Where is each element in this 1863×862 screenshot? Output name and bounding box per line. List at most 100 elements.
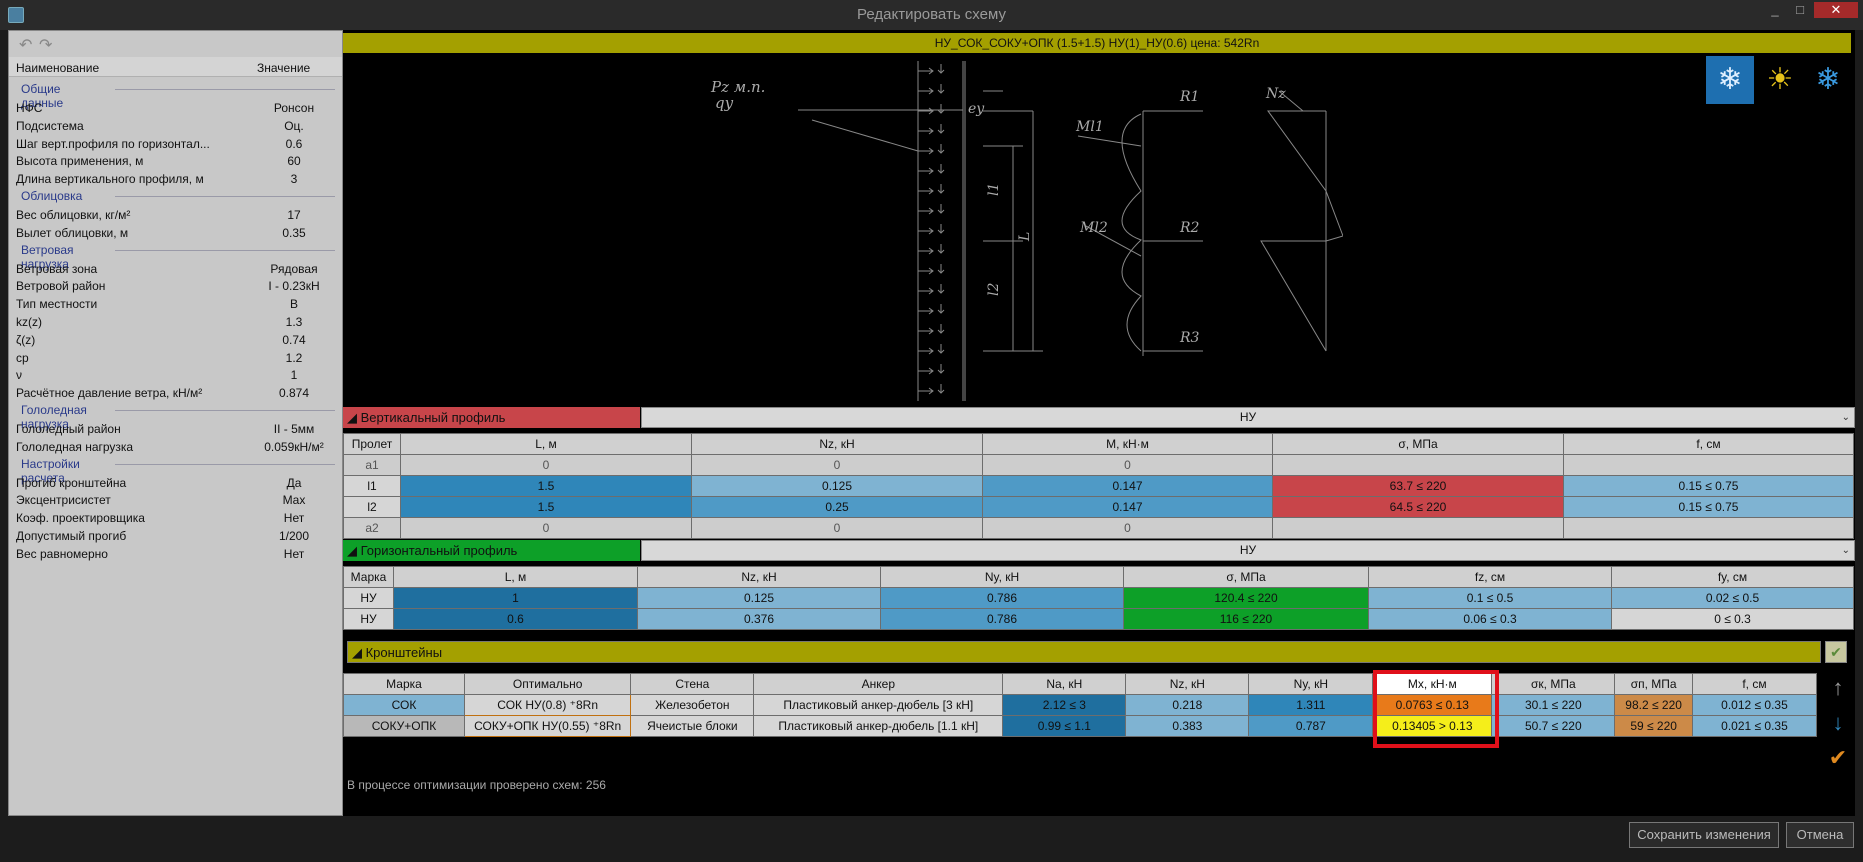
property-row[interactable]: Вес равномерно Нет: [9, 543, 342, 564]
header-value: Значение: [257, 61, 311, 75]
brackets-header[interactable]: ◢ Кронштейны: [347, 641, 1821, 663]
column-header[interactable]: Анкер: [753, 673, 1004, 695]
table-row[interactable]: a1 0 0 0: [343, 454, 1854, 476]
table-row[interactable]: НУ 1 0.125 0.786 120.4 ≤ 220 0.1 ≤ 0.5 0.02 ≤ …: [343, 587, 1854, 609]
property-name: Вылет облицовки, м: [16, 225, 129, 240]
property-value[interactable]: Ронсон: [239, 101, 349, 115]
group-divider: [115, 249, 335, 251]
horizontal-profile-select[interactable]: НУ ⌄: [641, 540, 1855, 561]
label-l2: l2: [986, 283, 1002, 296]
property-value[interactable]: Оц.: [239, 119, 349, 133]
horizontal-profile-header: ◢ Горизонтальный профиль НУ ⌄: [343, 540, 1855, 561]
property-value[interactable]: 3: [239, 172, 349, 186]
table-cell: 1.5: [400, 496, 692, 518]
property-row[interactable]: Расчётное давление ветра, кН/м² 0.874: [9, 382, 342, 403]
horizontal-profile-label[interactable]: ◢ Горизонтальный профиль: [343, 540, 640, 561]
column-header[interactable]: f, см: [1691, 673, 1818, 695]
column-header[interactable]: Оптимально: [463, 673, 632, 695]
table-cell: 120.4 ≤ 220: [1123, 587, 1369, 609]
property-value[interactable]: 0.74: [239, 333, 349, 347]
column-header[interactable]: σ, МПа: [1123, 566, 1369, 588]
column-header[interactable]: fz, см: [1368, 566, 1612, 588]
property-value[interactable]: 1/200: [239, 529, 349, 543]
column-header[interactable]: L, м: [393, 566, 638, 588]
move-down-button[interactable]: ↓: [1825, 710, 1851, 736]
snow-mode-button[interactable]: ❄: [1804, 56, 1852, 104]
apply-check-icon[interactable]: ✔: [1825, 745, 1851, 771]
property-row[interactable]: Вылет облицовки, м 0.35: [9, 222, 342, 243]
column-header[interactable]: Стена: [630, 673, 755, 695]
column-header[interactable]: σк, МПа: [1491, 673, 1616, 695]
table-row[interactable]: a2 0 0 0: [343, 517, 1854, 539]
property-value[interactable]: 60: [239, 154, 349, 168]
chevron-down-icon: ⌄: [1841, 545, 1850, 556]
column-header[interactable]: σ, МПа: [1272, 433, 1564, 455]
column-header[interactable]: Ny, кН: [880, 566, 1124, 588]
property-value[interactable]: 0.6: [239, 137, 349, 151]
column-header[interactable]: fy, см: [1611, 566, 1854, 588]
table-row[interactable]: СОКУ+ОПК СОКУ+ОПК НУ(0.55) ⁺8Rn Ячеистые б…: [343, 715, 1818, 737]
column-header[interactable]: Na, кН: [1002, 673, 1127, 695]
brackets-check-all-checkbox[interactable]: ✔: [1825, 641, 1847, 663]
column-header[interactable]: f, см: [1563, 433, 1854, 455]
property-name: ζ(z): [16, 332, 36, 347]
close-button[interactable]: ✕: [1814, 2, 1858, 18]
property-value[interactable]: 1: [239, 368, 349, 382]
property-value[interactable]: II - 5мм: [239, 422, 349, 436]
property-value[interactable]: I - 0.23кН: [239, 279, 349, 293]
property-value[interactable]: Нет: [239, 547, 349, 561]
table-row[interactable]: НУ 0.6 0.376 0.786 116 ≤ 220 0.06 ≤ 0.3 0 ≤ 0.…: [343, 608, 1854, 630]
column-header[interactable]: Марка: [343, 673, 465, 695]
table-cell: 0.383: [1125, 715, 1250, 737]
property-value[interactable]: Рядовая: [239, 262, 349, 276]
table-cell: 0.021 ≤ 0.35: [1691, 715, 1818, 737]
winter-sun-mode-button[interactable]: ❄: [1706, 56, 1754, 104]
table-row[interactable]: l1 1.5 0.125 0.147 63.7 ≤ 220 0.15 ≤ 0.75: [343, 475, 1854, 497]
column-header[interactable]: Ny, кН: [1248, 673, 1374, 695]
sun-mode-button[interactable]: ☀: [1756, 56, 1804, 104]
property-value[interactable]: 17: [239, 208, 349, 222]
vertical-profile-label[interactable]: ◢ Вертикальный профиль: [343, 407, 640, 428]
property-value[interactable]: 1.2: [239, 351, 349, 365]
table-cell: 0: [982, 517, 1273, 539]
column-header[interactable]: L, м: [400, 433, 692, 455]
group-divider: [115, 463, 335, 465]
property-value[interactable]: Нет: [239, 511, 349, 525]
table-cell: 2.12 ≤ 3: [1002, 694, 1127, 716]
table-cell[interactable]: СОК НУ(0.8) ⁺8Rn: [463, 694, 632, 716]
column-header[interactable]: Nz, кН: [637, 566, 881, 588]
table-cell: 64.5 ≤ 220: [1272, 496, 1564, 518]
undo-icon[interactable]: ↶: [19, 35, 32, 55]
property-row[interactable]: Гололедная нагрузка 0.059кН/м²: [9, 436, 342, 457]
table-cell[interactable]: СОКУ+ОПК НУ(0.55) ⁺8Rn: [463, 715, 632, 737]
property-value[interactable]: В: [239, 297, 349, 311]
column-header[interactable]: Nz, кН: [691, 433, 983, 455]
property-name: Длина вертикального профиля, м: [16, 172, 204, 187]
property-row[interactable]: Длина вертикального профиля, м3: [9, 168, 342, 189]
column-header[interactable]: σп, МПа: [1614, 673, 1693, 695]
table-row[interactable]: СОК СОК НУ(0.8) ⁺8Rn Железобетон Пластиковы…: [343, 694, 1818, 716]
property-value[interactable]: 0.059кН/м²: [239, 440, 349, 454]
column-header[interactable]: Nz, кН: [1125, 673, 1250, 695]
move-up-button[interactable]: ↑: [1825, 675, 1851, 701]
property-name: Ветровая зона: [16, 261, 98, 276]
property-value[interactable]: Max: [239, 493, 349, 507]
column-header[interactable]: Пролет: [343, 433, 401, 455]
table-row[interactable]: l2 1.5 0.25 0.147 64.5 ≤ 220 0.15 ≤ 0.75: [343, 496, 1854, 518]
vertical-profile-select[interactable]: НУ ⌄: [641, 407, 1855, 428]
redo-icon[interactable]: ↷: [39, 35, 52, 55]
cancel-button[interactable]: Отмена: [1786, 822, 1854, 848]
property-value[interactable]: 0.874: [239, 386, 349, 400]
column-header[interactable]: M, кН·м: [982, 433, 1273, 455]
maximize-button[interactable]: □: [1788, 2, 1812, 18]
label-ml2: Ml2: [1079, 220, 1108, 236]
property-value[interactable]: Да: [239, 476, 349, 490]
property-value[interactable]: 1.3: [239, 315, 349, 329]
group-divider: [115, 89, 335, 90]
table-cell: 0.376: [637, 608, 881, 630]
column-header[interactable]: Марка: [343, 566, 394, 588]
minimize-button[interactable]: _: [1763, 2, 1787, 18]
property-value[interactable]: 0.35: [239, 226, 349, 240]
save-changes-button[interactable]: Сохранить изменения: [1629, 822, 1779, 848]
table-cell: 0 ≤ 0.3: [1611, 608, 1854, 630]
